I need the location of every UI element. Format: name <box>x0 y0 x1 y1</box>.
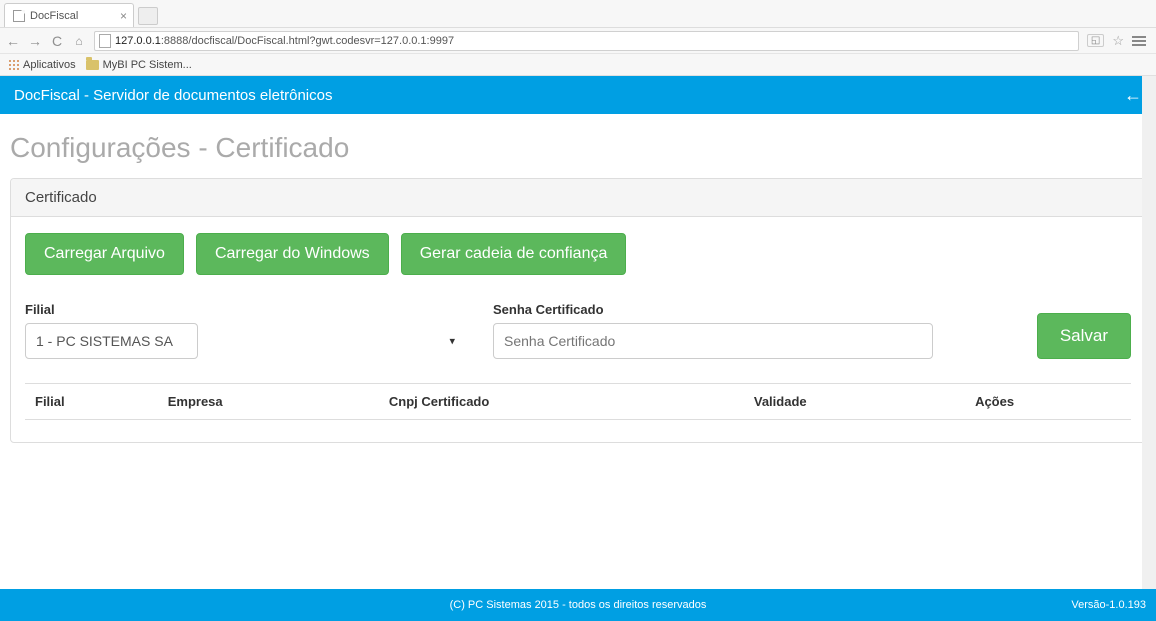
header-back-icon[interactable]: ← <box>1124 85 1142 106</box>
filial-select[interactable]: 1 - PC SISTEMAS SA <box>25 323 198 359</box>
th-filial: Filial <box>25 384 158 420</box>
app-header-title: DocFiscal - Servidor de documentos eletr… <box>14 87 332 104</box>
folder-bookmark[interactable]: MyBI PC Sistem... <box>86 59 192 71</box>
certificate-panel: Certificado Carregar Arquivo Carregar do… <box>10 178 1146 443</box>
apps-grid-icon <box>8 59 19 70</box>
app-footer: (C) PC Sistemas 2015 - todos os direitos… <box>0 589 1156 621</box>
url-input[interactable]: 127.0.0.1:8888/docfiscal/DocFiscal.html?… <box>94 31 1079 51</box>
folder-icon <box>86 60 99 70</box>
senha-label: Senha Certificado <box>493 302 933 317</box>
apps-bookmark[interactable]: Aplicativos <box>8 59 76 71</box>
browser-tab[interactable]: DocFiscal × <box>4 3 134 27</box>
tab-title: DocFiscal <box>30 10 78 22</box>
th-empresa: Empresa <box>158 384 379 420</box>
nav-home-icon[interactable]: ⌂ <box>72 34 86 48</box>
tab-close-icon[interactable]: × <box>120 9 127 23</box>
bookmark-star-icon[interactable]: ☆ <box>1112 33 1124 49</box>
dev-badge: ◱ <box>1087 34 1104 47</box>
page-title: Configurações - Certificado <box>10 132 1146 164</box>
app-header: DocFiscal - Servidor de documentos eletr… <box>0 76 1156 114</box>
nav-forward-icon[interactable]: → <box>28 33 42 49</box>
bookmark-bar: Aplicativos MyBI PC Sistem... <box>0 54 1156 76</box>
filial-label: Filial <box>25 302 465 317</box>
browser-menu-icon[interactable] <box>1132 36 1146 46</box>
senha-input[interactable] <box>493 323 933 359</box>
page-icon <box>13 10 25 22</box>
panel-header: Certificado <box>11 179 1145 217</box>
apps-label: Aplicativos <box>23 59 76 71</box>
certificates-table: Filial Empresa Cnpj Certificado Validade… <box>25 383 1131 420</box>
nav-reload-icon[interactable]: C <box>50 33 64 49</box>
footer-version: Versão-1.0.193 <box>1071 599 1146 611</box>
load-windows-button[interactable]: Carregar do Windows <box>196 233 389 275</box>
new-tab-button[interactable] <box>138 7 158 25</box>
th-validade: Validade <box>744 384 965 420</box>
gen-chain-button[interactable]: Gerar cadeia de confiança <box>401 233 627 275</box>
url-path: :8888/docfiscal/DocFiscal.html?gwt.codes… <box>161 35 454 47</box>
load-file-button[interactable]: Carregar Arquivo <box>25 233 184 275</box>
footer-copyright: (C) PC Sistemas 2015 - todos os direitos… <box>450 599 707 611</box>
save-button[interactable]: Salvar <box>1037 313 1131 359</box>
th-cnpj: Cnpj Certificado <box>379 384 744 420</box>
scrollbar-track[interactable] <box>1142 76 1156 589</box>
url-host: 127.0.0.1 <box>115 35 161 47</box>
address-bar-row: ← → C ⌂ 127.0.0.1:8888/docfiscal/DocFisc… <box>0 28 1156 54</box>
browser-tab-strip: DocFiscal × <box>0 0 1156 28</box>
th-acoes: Ações <box>965 384 1131 420</box>
doc-icon <box>99 34 111 48</box>
nav-back-icon[interactable]: ← <box>6 33 20 49</box>
folder-label: MyBI PC Sistem... <box>103 59 192 71</box>
